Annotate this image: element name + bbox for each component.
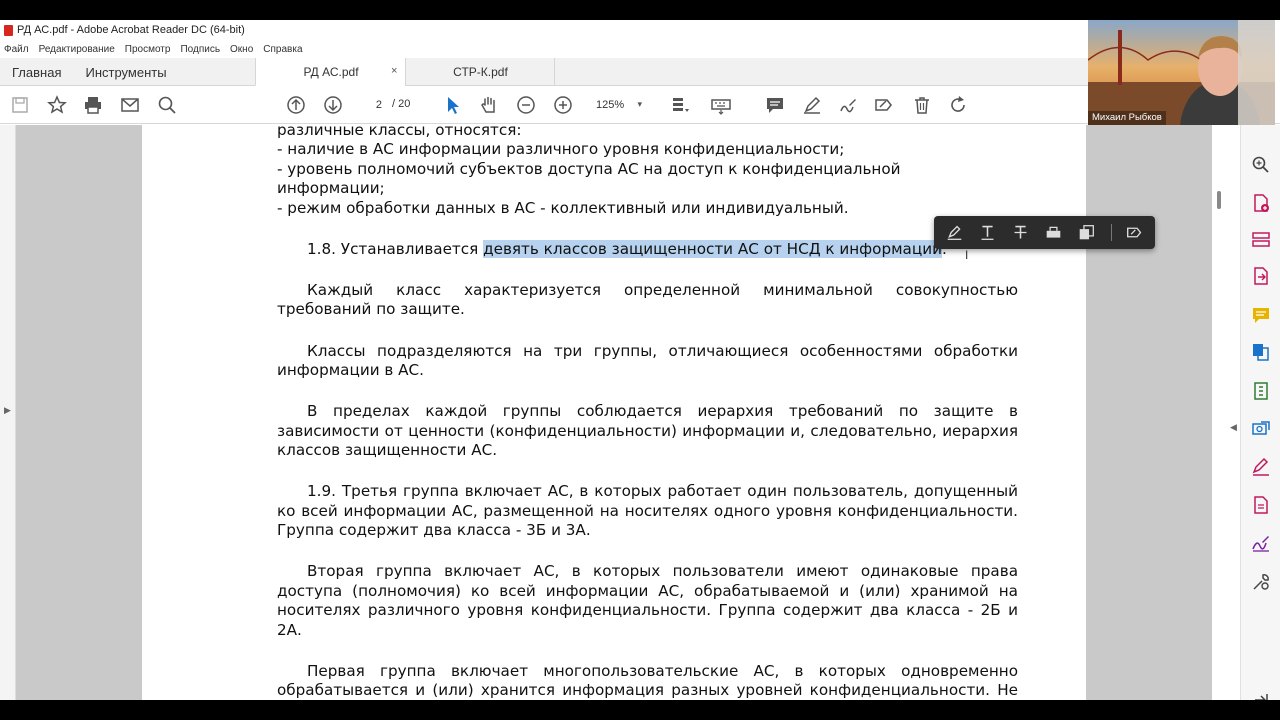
menu-view[interactable]: Просмотр bbox=[125, 44, 171, 55]
edit-pdf-icon[interactable] bbox=[1251, 495, 1271, 515]
selected-text-highlight[interactable]: девять классов защищенности АС от НСД к … bbox=[483, 239, 942, 258]
next-page-icon[interactable] bbox=[323, 95, 343, 115]
participant-name: Михаил Рыбков bbox=[1088, 111, 1166, 125]
tab-bar: Главная Инструменты РД АС.pdf × СТР-К.pd… bbox=[0, 58, 1088, 86]
previous-page-icon[interactable] bbox=[286, 95, 306, 115]
email-icon[interactable] bbox=[120, 95, 140, 115]
send-for-review-icon[interactable] bbox=[1251, 418, 1271, 438]
menu-help[interactable]: Справка bbox=[263, 44, 302, 55]
expand-left-icon[interactable]: ▶ bbox=[4, 405, 11, 416]
zoom-in-icon[interactable] bbox=[553, 95, 573, 115]
redact-icon[interactable] bbox=[1045, 224, 1062, 241]
collapse-right-panel-icon[interactable]: ◀ bbox=[1230, 422, 1237, 433]
text-line: информации; bbox=[277, 179, 385, 198]
request-signature-icon[interactable] bbox=[1251, 533, 1271, 553]
document-viewport[interactable]: ▶ различные классы, относятся: - наличие… bbox=[0, 125, 1228, 700]
left-panel-toggle[interactable]: ▶ bbox=[0, 125, 16, 700]
paragraph-second-group: Вторая группа включает АС, в которых пол… bbox=[277, 562, 1018, 639]
create-pdf-icon[interactable] bbox=[1251, 193, 1271, 213]
print-icon[interactable] bbox=[83, 95, 103, 115]
underline-text-icon[interactable] bbox=[979, 224, 996, 241]
delete-icon[interactable] bbox=[912, 95, 932, 115]
fill-and-sign-icon[interactable] bbox=[1251, 457, 1271, 477]
window-title: РД АС.pdf - Adobe Acrobat Reader DC (64-… bbox=[17, 24, 245, 36]
popup-divider bbox=[1111, 224, 1112, 241]
export-pdf-icon[interactable] bbox=[1251, 266, 1271, 286]
menu-window[interactable]: Окно bbox=[230, 44, 253, 55]
save-icon[interactable] bbox=[10, 95, 30, 115]
fill-sign-icon[interactable] bbox=[874, 95, 894, 115]
menu-file[interactable]: Файл bbox=[4, 44, 29, 55]
keyboard-icon[interactable] bbox=[711, 95, 731, 115]
paragraph-each-class: Каждый класс характеризуется определенно… bbox=[277, 281, 1018, 319]
menu-edit[interactable]: Редактирование bbox=[39, 44, 115, 55]
webcam-video bbox=[1088, 20, 1275, 125]
zoom-level-value: 125% bbox=[596, 99, 625, 111]
copy-text-icon[interactable] bbox=[1078, 224, 1095, 241]
comment-icon[interactable] bbox=[765, 95, 785, 115]
strikethrough-text-icon[interactable] bbox=[1012, 224, 1029, 241]
organize-pages-icon[interactable] bbox=[1251, 230, 1271, 250]
combine-files-icon[interactable] bbox=[1251, 342, 1271, 362]
menu-bar: Файл Редактирование Просмотр Подпись Окн… bbox=[0, 40, 1088, 58]
search-icon[interactable] bbox=[157, 95, 177, 115]
rotate-icon[interactable] bbox=[948, 95, 968, 115]
text-line: - наличие в АС информации различного уро… bbox=[277, 140, 845, 159]
expand-panel-icon[interactable] bbox=[1251, 690, 1271, 700]
page-total: / 20 bbox=[392, 98, 411, 110]
tab-document-rd-as[interactable]: РД АС.pdf × bbox=[255, 58, 406, 86]
zoom-level-select[interactable]: 125% ▾ bbox=[588, 96, 644, 114]
text-markup-popup bbox=[934, 216, 1155, 249]
text-cursor-icon: I bbox=[965, 248, 969, 262]
tab-document-label: РД АС.pdf bbox=[303, 64, 359, 79]
text-line: различные классы, относятся: bbox=[277, 125, 522, 139]
paragraph-1-8[interactable]: 1.8. Устанавливается девять классов защи… bbox=[277, 239, 1018, 259]
zoom-search-icon[interactable] bbox=[1251, 155, 1271, 175]
paragraph-classes-groups: Классы подразделяются на три группы, отл… bbox=[277, 341, 1018, 380]
right-tools-panel bbox=[1240, 125, 1280, 700]
pdf-app-icon bbox=[4, 24, 13, 36]
bookmark-star-icon[interactable] bbox=[47, 95, 67, 115]
paragraph-1-9: 1.9. Третья группа включает АС, в которы… bbox=[277, 482, 1018, 540]
menu-sign[interactable]: Подпись bbox=[180, 44, 220, 55]
paragraph-1-8-prefix: 1.8. Устанавливается bbox=[307, 239, 484, 258]
paragraph-first-group: Первая группа включает многопользователь… bbox=[277, 661, 1018, 700]
pdf-page[interactable]: различные классы, относятся: - наличие в… bbox=[142, 125, 1086, 700]
comment-tool-icon[interactable] bbox=[1251, 305, 1271, 325]
title-bar: РД АС.pdf - Adobe Acrobat Reader DC (64-… bbox=[0, 20, 1088, 40]
sign-icon[interactable] bbox=[838, 95, 858, 115]
highlight-pen-icon[interactable] bbox=[802, 95, 822, 115]
tab-tools[interactable]: Инструменты bbox=[73, 58, 255, 86]
screen: РД АС.pdf - Adobe Acrobat Reader DC (64-… bbox=[0, 0, 1280, 720]
highlight-text-icon[interactable] bbox=[946, 224, 963, 241]
select-cursor-icon[interactable] bbox=[443, 95, 463, 115]
page-number-input[interactable] bbox=[352, 95, 392, 115]
tab-document-str-k[interactable]: СТР-К.pdf bbox=[405, 58, 556, 86]
tab-home[interactable]: Главная bbox=[0, 58, 73, 86]
text-line: - режим обработки данных в АС - коллекти… bbox=[277, 198, 849, 217]
compress-pdf-icon[interactable] bbox=[1251, 381, 1271, 401]
tab-document-label: СТР-К.pdf bbox=[453, 65, 508, 79]
more-tools-icon[interactable] bbox=[1251, 572, 1271, 592]
more-actions-icon[interactable] bbox=[1126, 224, 1143, 241]
page-display-icon[interactable] bbox=[670, 95, 690, 115]
page-text: различные классы, относятся: - наличие в… bbox=[277, 125, 1018, 700]
zoom-out-icon[interactable] bbox=[516, 95, 536, 115]
paragraph-hierarchy: В пределах каждой группы соблюдается иер… bbox=[277, 402, 1018, 460]
chevron-down-icon: ▾ bbox=[637, 99, 642, 109]
vertical-scrollbar[interactable] bbox=[1212, 125, 1228, 700]
close-tab-icon[interactable]: × bbox=[391, 65, 397, 77]
scrollbar-thumb[interactable] bbox=[1217, 191, 1221, 209]
hand-tool-icon[interactable] bbox=[479, 95, 499, 115]
text-line: - уровень полномочий субъектов доступа А… bbox=[277, 159, 901, 178]
